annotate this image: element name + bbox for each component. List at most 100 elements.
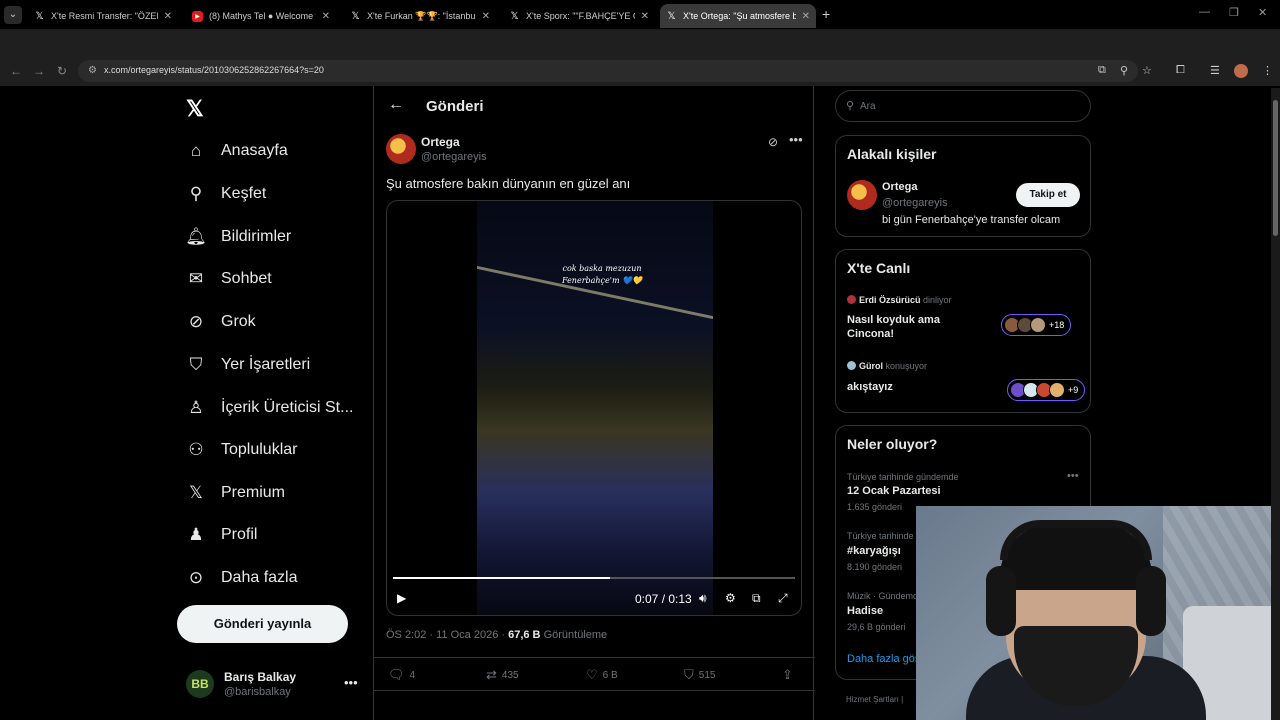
install-app-icon[interactable]: ⧉ [1098,64,1106,77]
related-name[interactable]: Ortega [882,181,917,193]
more-horizontal-icon[interactable]: ••• [1067,470,1079,482]
post-button[interactable]: Gönderi yayınla [177,605,348,643]
site-info-icon[interactable]: ⚙ [88,65,97,76]
nav-item-bookmarks[interactable]: ⛉ Yer İşaretleri [185,350,311,380]
profile-avatar[interactable] [1234,64,1248,78]
address-bar[interactable]: ⚙ x.com/ortegareyis/status/2010306252862… [78,60,1138,82]
scrollbar-thumb[interactable] [1273,100,1278,236]
listeners-pill[interactable]: +9 [1007,379,1086,401]
live-space-title[interactable]: Nasıl koyduk ama Cincona! [847,313,987,341]
close-icon[interactable]: ✕ [802,11,810,22]
video-caption: cok baska mezuzun Fenerbahçe'm 💙💛 [561,264,643,285]
mail-icon: ✉ [188,269,204,288]
volume-icon[interactable]: 🔊︎ [699,591,707,606]
headphones-cup [986,566,1016,636]
search-box[interactable]: ⚲ [835,90,1091,122]
follow-button[interactable]: Takip et [1016,183,1080,207]
nav-item-notifications[interactable]: 🔔︎ Bildirimler [185,222,291,252]
home-icon: ⌂ [190,141,202,160]
author-name[interactable]: Ortega [421,135,460,149]
related-title: Alakalı kişiler [847,146,937,162]
trend-category: Türkiye tarihinde gündemde [847,472,959,482]
bookmark-button[interactable]: ⛉ 515 [684,667,715,683]
bookmark-star-icon[interactable]: ☆ [1142,64,1152,77]
browser-tab-active[interactable]: 𝕏 X'te Ortega: "Şu atmosfere bakın ✕ [660,4,816,28]
back-arrow-icon[interactable]: ← [388,96,404,114]
related-handle[interactable]: @ortegareyis [882,197,948,209]
tab-search-button[interactable]: ⌄ [4,6,22,24]
play-icon[interactable]: ▶ [397,591,406,605]
picture-in-picture-icon[interactable]: ⧉ [752,591,761,606]
footer-links[interactable]: Hizmet Şartları | [846,695,903,704]
share-button[interactable]: ⇪ [782,667,793,683]
nav-item-premium[interactable]: 𝕏 Premium [185,478,285,508]
video-frame[interactable]: cok baska mezuzun Fenerbahçe'm 💙💛 [477,201,713,615]
repost-icon: ⇄ [486,667,497,682]
nav-item-explore[interactable]: ⚲ Keşfet [185,179,267,209]
post-text: Şu atmosfere bakın dünyanın en güzel anı [386,176,631,191]
browser-tab[interactable]: 𝕏 X'te Resmi Transfer: "ÖZEL| Fenerbahçe… [28,4,178,28]
bookmark-icon: ⛉ [189,355,203,374]
settings-gear-icon[interactable]: ⚙ [725,591,736,605]
avatar[interactable] [847,180,877,210]
nav-item-more[interactable]: ⊙ Daha fazla [185,563,298,593]
nav-item-profile[interactable]: ♟ Profil [185,520,257,550]
window-close-icon[interactable]: ✕ [1258,6,1267,19]
trend-name[interactable]: 12 Ocak Pazartesi [847,485,941,497]
nav-item-chat[interactable]: ✉ Sohbet [185,264,272,294]
minimize-icon[interactable]: — [1199,6,1210,18]
fullscreen-icon[interactable]: ⤢ [778,591,788,606]
post-actions: 🗨︎ 4 ⇄ 435 ♡ 6 B ⛉ 515 ⇪ [374,657,815,691]
close-icon[interactable]: ✕ [322,11,330,22]
nav-item-grok[interactable]: ⊘ Grok [185,307,256,337]
listeners-pill[interactable]: +18 [1001,314,1072,336]
browser-tab[interactable]: 𝕏 X'te Furkan 🏆🏆: "İstanbul'da ✕ [344,4,496,28]
x-logo-icon: 𝕏 [351,10,360,22]
video-progress-fill [393,577,611,579]
back-arrow-icon[interactable]: ← [10,64,22,78]
browser-tab[interactable]: ▶ (8) Mathys Tel ● Welcome to Ga ✕ [186,4,336,28]
youtube-icon: ▶ [192,10,203,22]
grok-icon[interactable]: ⊘ [768,135,778,149]
zoom-icon[interactable]: ⚲ [1120,64,1128,77]
like-button[interactable]: ♡ 6 B [586,667,618,683]
profile-icon: ♟ [188,525,204,544]
new-tab-button[interactable]: + [822,6,830,22]
live-card: X'te Canlı Erdi Özsürücü dinliyor Nasıl … [835,249,1091,413]
reply-button[interactable]: 🗨︎ 4 [388,667,415,683]
close-icon[interactable]: ✕ [164,11,172,22]
chrome-menu-icon[interactable]: ⋮ [1262,64,1273,77]
page-scrollbar[interactable] [1271,88,1280,720]
search-input[interactable] [860,97,1080,115]
grok-icon: ⊘ [188,312,204,331]
reading-list-icon[interactable]: ☰ [1210,64,1220,77]
author-avatar[interactable] [386,134,416,164]
avatar: BB [186,670,214,698]
nav-item-creator-studio[interactable]: ♙ İçerik Üreticisi St... [185,393,353,423]
nav-item-home[interactable]: ⌂ Anasayfa [185,136,288,166]
author-handle[interactable]: @ortegareyis [421,151,487,163]
live-space-title[interactable]: akıştayız [847,380,987,394]
trend-name[interactable]: #karyağışı [847,545,901,557]
browser-tab[interactable]: 𝕏 X'te Sporx: ""F.BAHÇE'YE GELME ✕ [503,4,655,28]
reply-icon: 🗨︎ [388,667,405,682]
account-switcher[interactable]: BB Barış Balkay @barisbalkay [186,670,296,698]
close-icon[interactable]: ✕ [641,11,649,22]
video-time: 0:07 / 0:13 [635,592,692,606]
trend-name[interactable]: Hadise [847,605,883,617]
close-icon[interactable]: ✕ [482,11,490,22]
x-logo-icon[interactable]: 𝕏 [186,96,204,122]
repost-button[interactable]: ⇄ 435 [486,667,519,683]
extensions-icon[interactable]: ⧠ [1176,64,1185,77]
restore-icon[interactable]: ❐ [1229,6,1239,19]
more-horizontal-icon[interactable]: ••• [789,132,803,147]
trends-title: Neler oluyor? [847,436,938,452]
nav-item-communities[interactable]: ⚇ Topluluklar [185,435,297,465]
forward-arrow-icon[interactable]: → [33,64,45,78]
avatar [847,361,856,370]
more-horizontal-icon[interactable]: ••• [344,675,358,690]
share-icon: ⇪ [782,667,793,682]
video-player[interactable]: cok baska mezuzun Fenerbahçe'm 💙💛 ▶ 0:07… [386,200,802,616]
video-progress-bar[interactable] [393,577,795,579]
reload-icon[interactable]: ↻ [57,64,67,78]
